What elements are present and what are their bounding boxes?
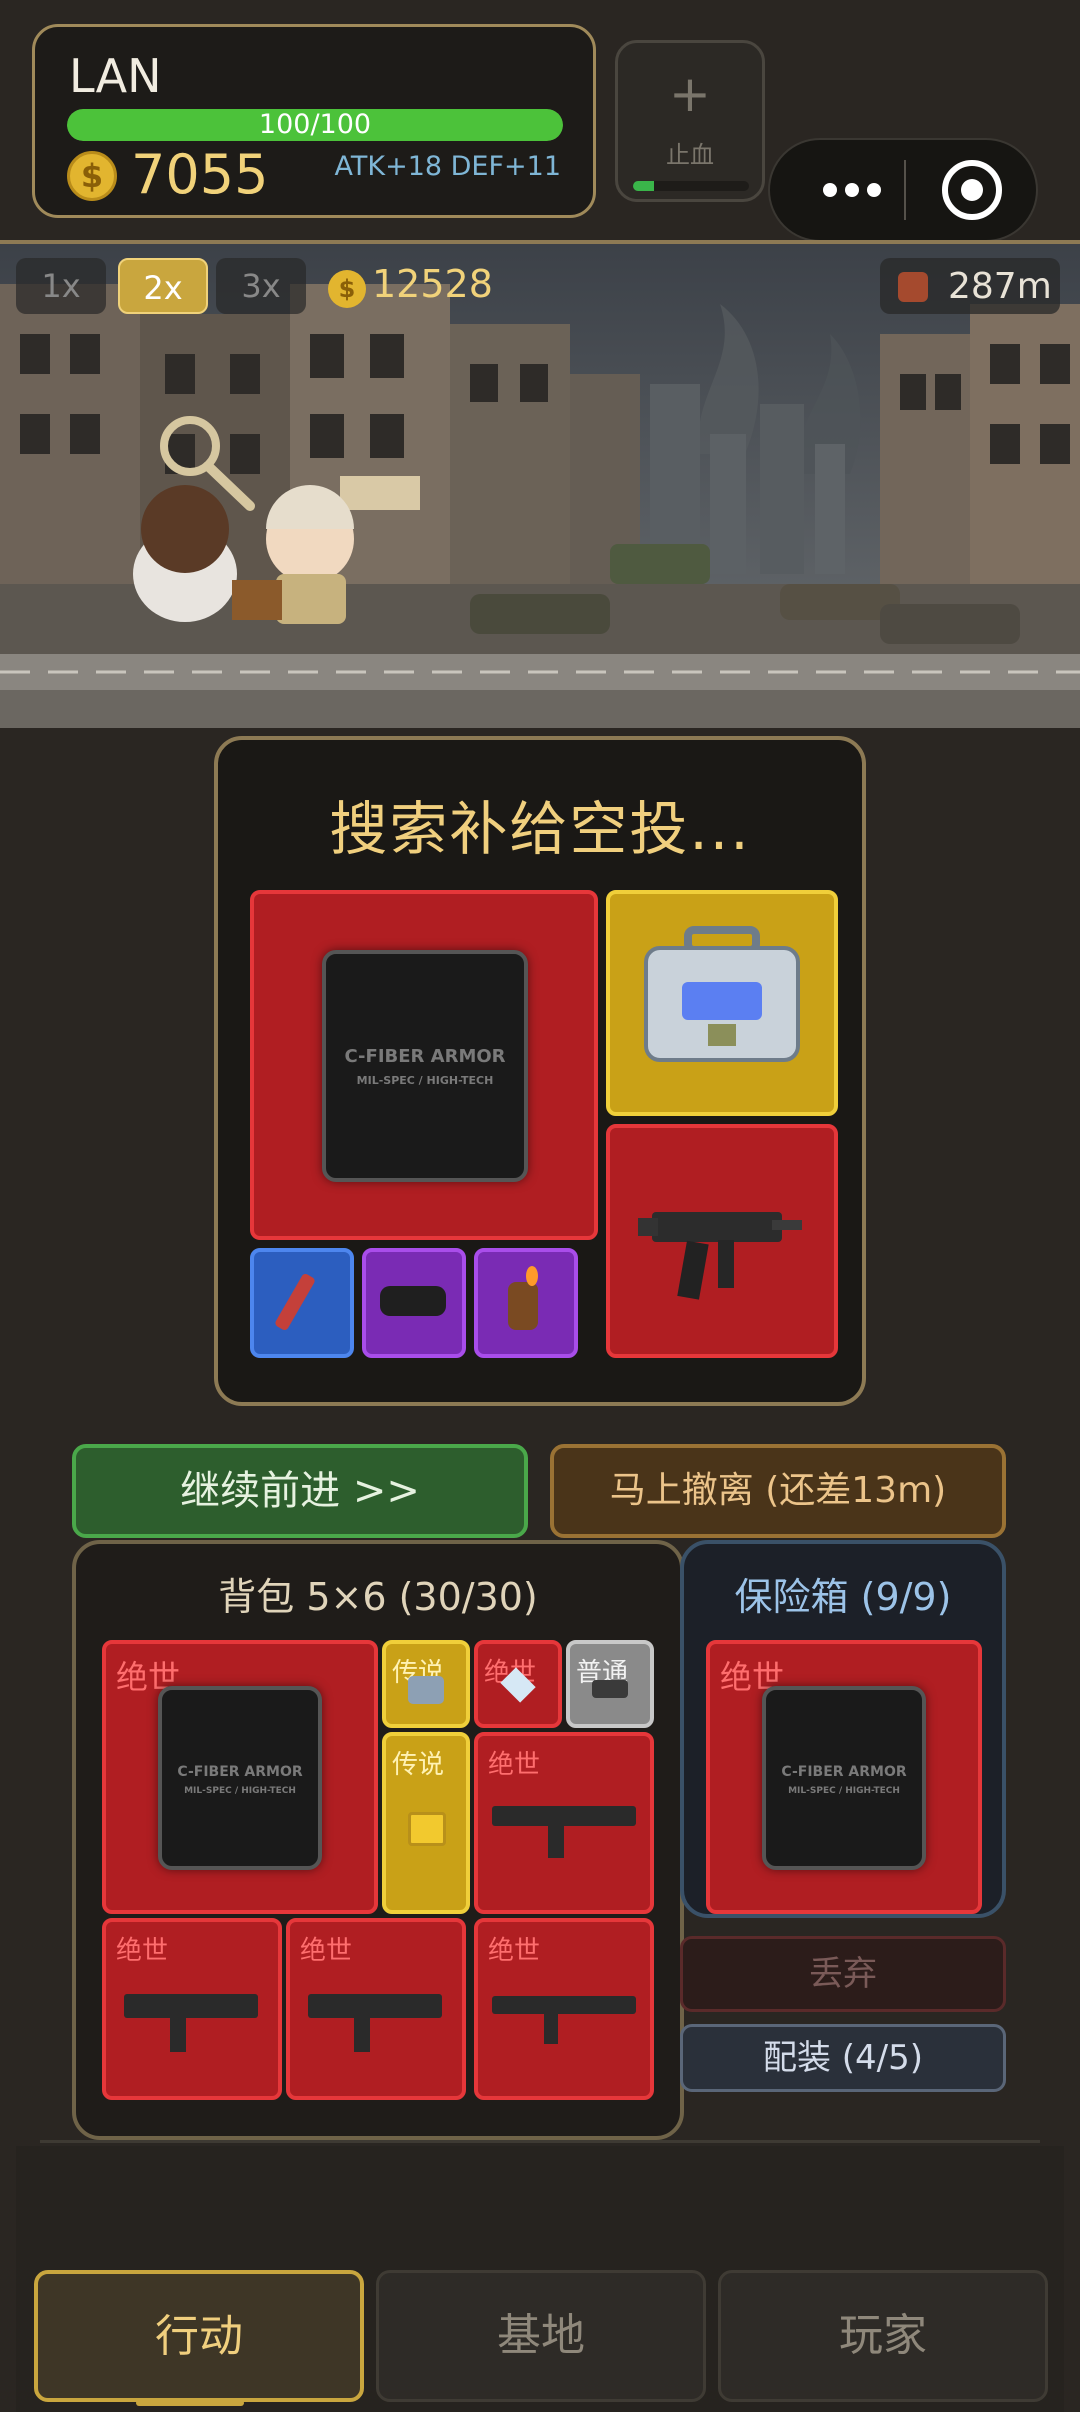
footprint-icon: [898, 272, 928, 302]
safe-slot-armor[interactable]: 绝世 C-FIBER ARMOR MIL-SPEC / HIGH-TECH: [706, 1640, 982, 1914]
heal-cooldown-fill: [633, 181, 654, 191]
evacuate-button[interactable]: 马上撤离 (还差13m): [550, 1444, 1006, 1538]
ruined-city-illustration: [0, 244, 1080, 728]
scene-coin-count: 12528: [372, 262, 493, 306]
carbon-armor-icon: C-FIBER ARMOR MIL-SPEC / HIGH-TECH: [322, 950, 528, 1182]
speed-1x-button[interactable]: 1x: [16, 258, 106, 314]
coin-icon: $: [67, 151, 117, 201]
rifle-icon: [492, 1806, 636, 1826]
scope-icon: [380, 1286, 446, 1316]
mini-program-capsule: [768, 138, 1038, 242]
tab-action[interactable]: 行动: [34, 2270, 364, 2402]
loot-slot-flare[interactable]: [250, 1248, 354, 1358]
capsule-divider: [904, 160, 906, 220]
armor-sublabel: MIL-SPEC / HIGH-TECH: [356, 1074, 494, 1087]
backpack-slot-gold[interactable]: 传说: [382, 1732, 470, 1914]
carbon-armor-icon: C-FIBER ARMOR MIL-SPEC / HIGH-TECH: [762, 1686, 926, 1870]
continue-button[interactable]: 继续前进 >>: [72, 1444, 528, 1538]
loot-slot-case[interactable]: [606, 890, 838, 1116]
player-name: LAN: [69, 49, 162, 103]
close-target-icon[interactable]: [942, 160, 1002, 220]
heal-cooldown-bar: [633, 181, 749, 191]
backpack-slot-rifle[interactable]: 绝世: [474, 1732, 654, 1914]
backpack-panel: 背包 5×6 (30/30) 绝世 C-FIBER ARMOR MIL-SPEC…: [72, 1540, 684, 2140]
case-icon: [408, 1676, 444, 1704]
loot-slot-smg[interactable]: [606, 1124, 838, 1358]
rifle-icon: [492, 1996, 636, 2014]
rarity-label: 传说: [392, 1750, 445, 1780]
safe-box-panel: 保险箱 (9/9) 绝世 C-FIBER ARMOR MIL-SPEC / HI…: [680, 1540, 1006, 1918]
loot-slot-armor[interactable]: C-FIBER ARMOR MIL-SPEC / HIGH-TECH: [250, 890, 598, 1240]
rifle-grip: [548, 1824, 564, 1858]
safe-box-title: 保险箱 (9/9): [734, 1575, 952, 1619]
backpack-slot-misc[interactable]: 普通: [566, 1640, 654, 1728]
rarity-label: 绝世: [488, 1936, 541, 1966]
speed-3x-button[interactable]: 3x: [216, 258, 306, 314]
smg-grip: [170, 2016, 186, 2052]
smg-icon: [638, 1212, 802, 1300]
distance-badge: 287m: [880, 258, 1060, 314]
rarity-label: 绝世: [300, 1936, 353, 1966]
plus-icon: +: [669, 65, 711, 123]
heal-label: 止血: [666, 141, 714, 169]
game-scene: 1x 2x 3x $ 12528 287m: [0, 240, 1080, 728]
speed-2x-button[interactable]: 2x: [118, 258, 208, 314]
active-tab-indicator: [136, 2400, 244, 2406]
rarity-label: 绝世: [116, 1936, 169, 1966]
player-card: LAN 100/100 $ 7055 ATK+18 DEF+11: [32, 24, 596, 218]
loot-slot-scope[interactable]: [362, 1248, 466, 1358]
carbon-armor-icon: C-FIBER ARMOR MIL-SPEC / HIGH-TECH: [158, 1686, 322, 1870]
gold-bars-icon: [408, 1812, 446, 1846]
rarity-label: 绝世: [488, 1750, 541, 1780]
armor-label: C-FIBER ARMOR: [177, 1764, 303, 1780]
smg-icon: [124, 1994, 258, 2018]
backpack-slot-case[interactable]: 传说: [382, 1640, 470, 1728]
heal-button[interactable]: + 止血: [615, 40, 765, 202]
airdrop-loot-panel: 搜索补给空投... C-FIBER ARMOR MIL-SPEC / HIGH-…: [214, 736, 866, 1406]
equip-loadout-button[interactable]: 配装 (4/5): [680, 2024, 1006, 2092]
gold-value: 7055: [131, 143, 269, 206]
backpack-slot-smg-2[interactable]: 绝世: [286, 1918, 466, 2100]
more-icon[interactable]: [802, 170, 902, 210]
smg-grip: [354, 2016, 370, 2052]
discard-button[interactable]: 丢弃: [680, 1936, 1006, 2012]
flame-icon: [526, 1266, 538, 1286]
metal-case-icon: [644, 926, 800, 1062]
tab-player[interactable]: 玩家: [718, 2270, 1048, 2402]
smg-icon: [308, 1994, 442, 2018]
hp-text: 100/100: [258, 109, 372, 140]
divider: [40, 2140, 1040, 2143]
backpack-slot-rifle-2[interactable]: 绝世: [474, 1918, 654, 2100]
tool-icon: [592, 1680, 628, 1698]
backpack-slot-smg-1[interactable]: 绝世: [102, 1918, 282, 2100]
flare-icon: [273, 1272, 317, 1332]
armor-sublabel: MIL-SPEC / HIGH-TECH: [788, 1786, 900, 1796]
armor-label: C-FIBER ARMOR: [781, 1764, 907, 1780]
loot-title: 搜索补给空投...: [329, 795, 751, 863]
armor-sublabel: MIL-SPEC / HIGH-TECH: [184, 1786, 296, 1796]
coin-icon: $: [328, 270, 366, 308]
loot-slot-molotov[interactable]: [474, 1248, 578, 1358]
backpack-title: 背包 5×6 (30/30): [218, 1575, 538, 1619]
tab-base[interactable]: 基地: [376, 2270, 706, 2402]
molotov-icon: [508, 1282, 538, 1330]
rifle-grip: [544, 2012, 558, 2044]
atk-def-stats: ATK+18 DEF+11: [334, 151, 562, 182]
bottom-tab-bar: 行动 基地 玩家: [16, 2146, 1064, 2412]
backpack-slot-armor[interactable]: 绝世 C-FIBER ARMOR MIL-SPEC / HIGH-TECH: [102, 1640, 378, 1914]
hp-bar: 100/100: [67, 109, 563, 141]
backpack-slot-gem[interactable]: 绝世: [474, 1640, 562, 1728]
armor-label: C-FIBER ARMOR: [344, 1046, 506, 1067]
distance-value: 287m: [948, 266, 1052, 307]
